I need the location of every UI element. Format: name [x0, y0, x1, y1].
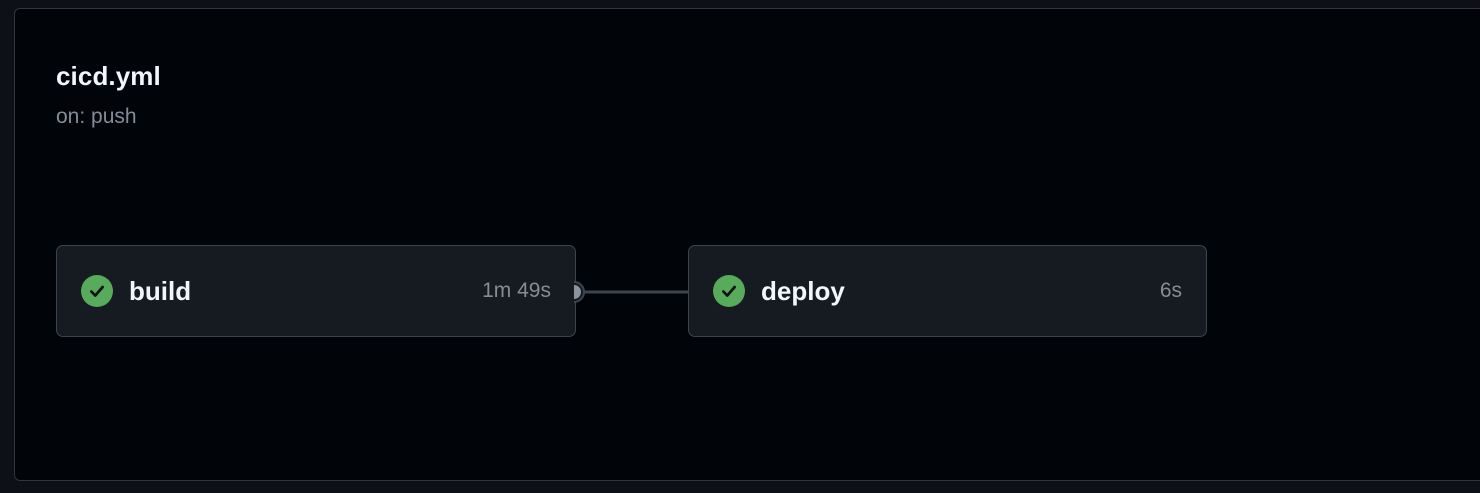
job-name: deploy: [761, 275, 845, 306]
workflow-trigger: on: push: [56, 105, 137, 128]
success-check-icon: [81, 275, 113, 307]
job-duration: 6s: [1159, 279, 1182, 302]
job-dependency-connector: [574, 281, 702, 303]
job-duration: 1m 49s: [482, 279, 551, 302]
workflow-graph-panel: cicd.yml on: push build 1m 49s deploy 6s: [14, 8, 1480, 481]
workflow-title: cicd.yml: [56, 61, 161, 91]
job-card-deploy[interactable]: deploy 6s: [688, 245, 1207, 337]
job-name: build: [129, 275, 192, 306]
job-card-build[interactable]: build 1m 49s: [56, 245, 576, 337]
success-check-icon: [713, 275, 745, 307]
